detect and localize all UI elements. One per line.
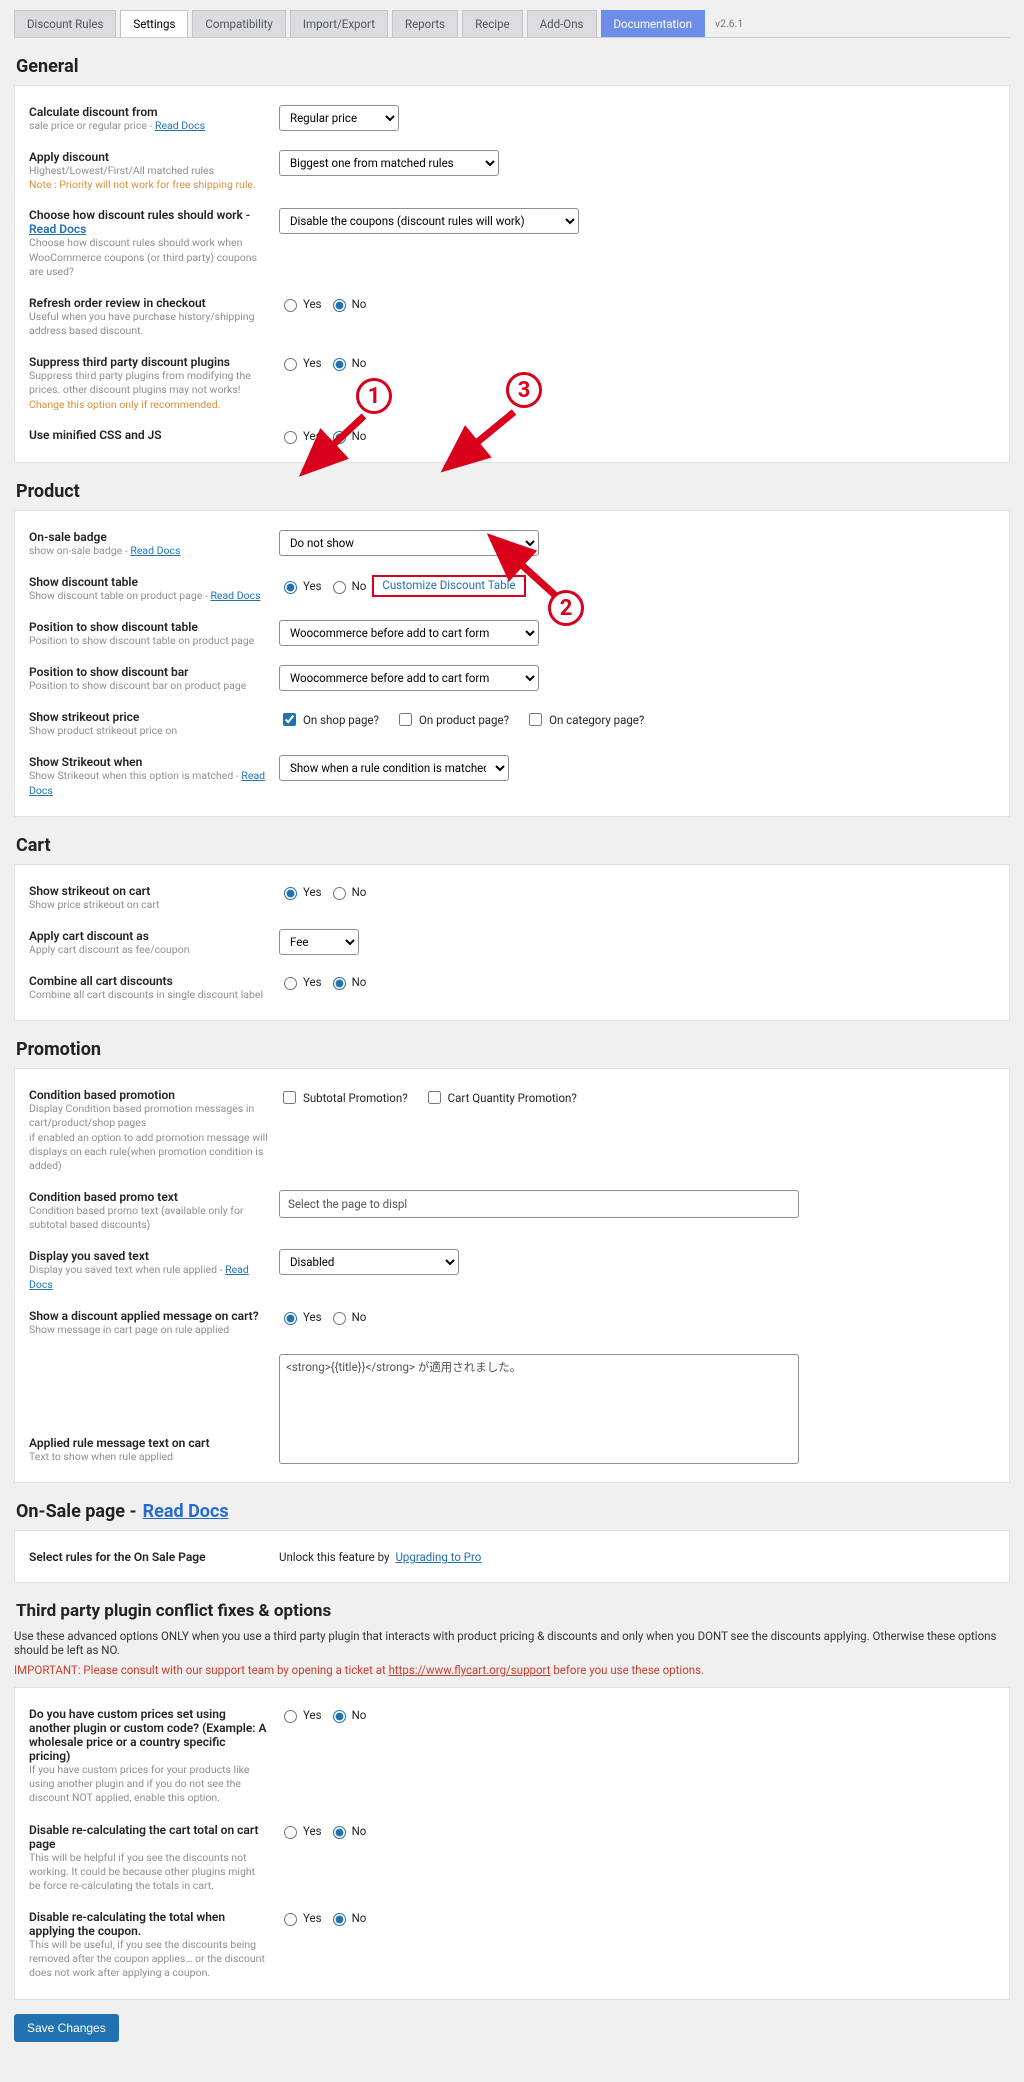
tab-import-export[interactable]: Import/Export bbox=[290, 10, 388, 37]
calc-from-docs-link[interactable]: Read Docs bbox=[155, 119, 205, 132]
pos-table-select[interactable]: Woocommerce before add to cart form bbox=[279, 620, 539, 646]
subtotal-promo-checkbox[interactable] bbox=[283, 1091, 296, 1104]
strike-cart-no-radio[interactable] bbox=[333, 887, 346, 900]
calc-from-label: Calculate discount from bbox=[29, 105, 269, 119]
strike-price-label: Show strikeout price bbox=[29, 710, 269, 724]
panel-cart: Show strikeout on cart Show price strike… bbox=[14, 864, 1010, 1022]
third-party-important: IMPORTANT: Please consult with our suppo… bbox=[14, 1663, 1010, 1677]
strike-product-checkbox[interactable] bbox=[399, 713, 412, 726]
pos-bar-select[interactable]: Woocommerce before add to cart form bbox=[279, 665, 539, 691]
saved-text-label: Display you saved text bbox=[29, 1249, 269, 1263]
strike-when-label: Show Strikeout when bbox=[29, 755, 269, 769]
recalc-coupon-no-radio[interactable] bbox=[333, 1913, 346, 1926]
section-title-promotion: Promotion bbox=[16, 1039, 1010, 1060]
section-title-third-party: Third party plugin conflict fixes & opti… bbox=[16, 1601, 1010, 1621]
custom-prices-yes-radio[interactable] bbox=[284, 1710, 297, 1723]
cond-text-select[interactable]: Select the page to displ bbox=[279, 1190, 799, 1218]
apply-as-label: Apply cart discount as bbox=[29, 929, 269, 943]
support-link[interactable]: https://www.flycart.org/support bbox=[389, 1663, 551, 1677]
onsale-badge-label: On-sale badge bbox=[29, 530, 269, 544]
custom-prices-label: Do you have custom prices set using anot… bbox=[29, 1707, 269, 1763]
recalc-cart-label: Disable re-calculating the cart total on… bbox=[29, 1823, 269, 1851]
apply-as-select[interactable]: Fee bbox=[279, 929, 359, 955]
strike-cart-label: Show strikeout on cart bbox=[29, 884, 269, 898]
applied-msg-textarea[interactable] bbox=[279, 1354, 799, 1464]
combine-label: Combine all cart discounts bbox=[29, 974, 269, 988]
apply-discount-select[interactable]: Biggest one from matched rules bbox=[279, 150, 499, 176]
save-changes-button[interactable]: Save Changes bbox=[14, 2014, 119, 2042]
disc-msg-no-radio[interactable] bbox=[333, 1312, 346, 1325]
applied-msg-label: Applied rule message text on cart bbox=[29, 1436, 269, 1450]
panel-onsale: Select rules for the On Sale Page Unlock… bbox=[14, 1530, 1010, 1583]
refresh-no-radio[interactable] bbox=[333, 299, 346, 312]
cart-qty-promo-checkbox[interactable] bbox=[428, 1091, 441, 1104]
rules-work-docs-link[interactable]: Read Docs bbox=[29, 222, 86, 236]
panel-third-party: Do you have custom prices set using anot… bbox=[14, 1687, 1010, 2000]
panel-promotion: Condition based promotion Display Condit… bbox=[14, 1068, 1010, 1483]
pos-bar-label: Position to show discount bar bbox=[29, 665, 269, 679]
suppress-label: Suppress third party discount plugins bbox=[29, 355, 269, 369]
strike-when-select[interactable]: Show when a rule condition is matched bbox=[279, 755, 509, 781]
tabs-bar: Discount Rules Settings Compatibility Im… bbox=[14, 10, 1010, 38]
section-title-general: General bbox=[16, 56, 1010, 77]
minify-label: Use minified CSS and JS bbox=[29, 428, 269, 442]
tab-reports[interactable]: Reports bbox=[392, 10, 458, 37]
strike-category-checkbox[interactable] bbox=[529, 713, 542, 726]
cond-promo-label: Condition based promotion bbox=[29, 1088, 269, 1102]
strike-cart-yes-radio[interactable] bbox=[284, 887, 297, 900]
tab-settings[interactable]: Settings bbox=[120, 10, 188, 37]
pos-table-label: Position to show discount table bbox=[29, 620, 269, 634]
annotation-2-arrow bbox=[482, 530, 572, 610]
suppress-warn: Change this option only if recommended. bbox=[29, 398, 269, 411]
strike-shop-checkbox[interactable] bbox=[283, 713, 296, 726]
refresh-yes-radio[interactable] bbox=[284, 299, 297, 312]
upgrade-pro-link[interactable]: Upgrading to Pro bbox=[395, 1550, 481, 1564]
tab-addons[interactable]: Add-Ons bbox=[527, 10, 597, 37]
recalc-coupon-label: Disable re-calculating the total when ap… bbox=[29, 1910, 269, 1938]
custom-prices-no-radio[interactable] bbox=[333, 1710, 346, 1723]
apply-discount-label: Apply discount bbox=[29, 150, 269, 164]
apply-discount-note: Note : Priority will not work for free s… bbox=[29, 178, 269, 191]
saved-text-select[interactable]: Disabled bbox=[279, 1249, 459, 1275]
section-title-cart: Cart bbox=[16, 835, 1010, 856]
show-table-docs-link[interactable]: Read Docs bbox=[210, 589, 260, 602]
suppress-no-radio[interactable] bbox=[333, 358, 346, 371]
version-label: v2.6.1 bbox=[709, 11, 749, 36]
disc-msg-yes-radio[interactable] bbox=[284, 1312, 297, 1325]
combine-no-radio[interactable] bbox=[333, 977, 346, 990]
show-table-label: Show discount table bbox=[29, 575, 269, 589]
calc-from-select[interactable]: Regular price bbox=[279, 105, 399, 131]
recalc-cart-no-radio[interactable] bbox=[333, 1826, 346, 1839]
third-party-info: Use these advanced options ONLY when you… bbox=[14, 1629, 1010, 1657]
recalc-coupon-yes-radio[interactable] bbox=[284, 1913, 297, 1926]
onsale-docs-link[interactable]: Read Docs bbox=[143, 1501, 229, 1522]
show-table-no-radio[interactable] bbox=[333, 581, 346, 594]
combine-yes-radio[interactable] bbox=[284, 977, 297, 990]
refresh-label: Refresh order review in checkout bbox=[29, 296, 269, 310]
tab-compatibility[interactable]: Compatibility bbox=[192, 10, 285, 37]
onsale-select-label: Select rules for the On Sale Page bbox=[29, 1550, 269, 1564]
annotation-1-arrow bbox=[294, 410, 374, 490]
tab-recipe[interactable]: Recipe bbox=[462, 10, 523, 37]
cond-text-label: Condition based promo text bbox=[29, 1190, 269, 1204]
show-table-yes-radio[interactable] bbox=[284, 581, 297, 594]
rules-work-select[interactable]: Disable the coupons (discount rules will… bbox=[279, 208, 579, 234]
tab-documentation[interactable]: Documentation bbox=[601, 10, 705, 37]
onsale-badge-docs-link[interactable]: Read Docs bbox=[130, 544, 180, 557]
recalc-cart-yes-radio[interactable] bbox=[284, 1826, 297, 1839]
suppress-yes-radio[interactable] bbox=[284, 358, 297, 371]
tab-discount-rules[interactable]: Discount Rules bbox=[14, 10, 116, 37]
annotation-3-arrow bbox=[434, 406, 524, 486]
section-title-onsale: On-Sale page - Read Docs bbox=[16, 1501, 1010, 1522]
disc-msg-label: Show a discount applied message on cart? bbox=[29, 1309, 269, 1323]
